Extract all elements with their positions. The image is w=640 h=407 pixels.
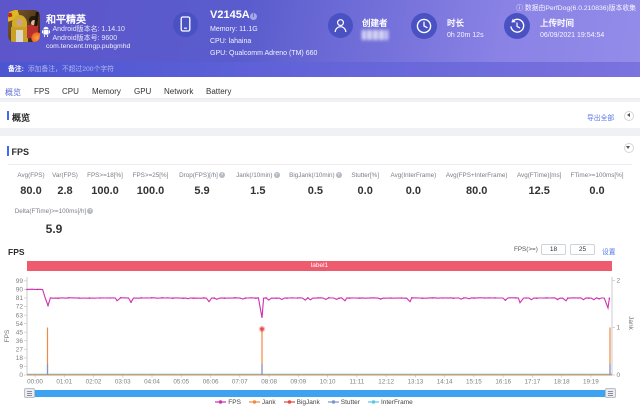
svg-text:FPS: FPS — [4, 329, 11, 342]
svg-text:01:01: 01:01 — [56, 379, 72, 386]
svg-text:05:05: 05:05 — [173, 379, 189, 386]
svg-text:10:10: 10:10 — [320, 379, 336, 386]
svg-text:03:03: 03:03 — [115, 379, 131, 386]
svg-text:81: 81 — [16, 295, 24, 302]
svg-text:0: 0 — [617, 372, 621, 379]
svg-text:90: 90 — [16, 287, 24, 294]
svg-text:07:07: 07:07 — [232, 379, 248, 386]
svg-text:18:18: 18:18 — [554, 379, 570, 386]
svg-text:0: 0 — [19, 372, 23, 379]
svg-text:08:08: 08:08 — [261, 379, 277, 386]
svg-text:9: 9 — [19, 364, 23, 371]
svg-text:14:14: 14:14 — [437, 379, 453, 386]
svg-text:16:16: 16:16 — [495, 379, 511, 386]
svg-text:36: 36 — [16, 338, 24, 345]
svg-text:72: 72 — [16, 304, 24, 311]
svg-text:15:15: 15:15 — [466, 379, 482, 386]
svg-text:99: 99 — [16, 278, 24, 285]
svg-text:04:04: 04:04 — [144, 379, 160, 386]
svg-text:1: 1 — [617, 325, 621, 332]
svg-text:18: 18 — [16, 355, 24, 362]
svg-text:00:00: 00:00 — [27, 379, 43, 386]
svg-text:Jank: Jank — [627, 316, 634, 330]
svg-text:45: 45 — [16, 329, 24, 336]
svg-text:13:13: 13:13 — [408, 379, 424, 386]
svg-text:17:17: 17:17 — [525, 379, 541, 386]
svg-text:11:11: 11:11 — [349, 379, 364, 386]
svg-text:19:19: 19:19 — [583, 379, 599, 386]
svg-text:12:12: 12:12 — [378, 379, 394, 386]
svg-text:06:06: 06:06 — [203, 379, 219, 386]
svg-text:09:09: 09:09 — [290, 379, 306, 386]
svg-text:54: 54 — [16, 321, 24, 328]
svg-text:2: 2 — [617, 278, 621, 285]
svg-text:63: 63 — [16, 312, 24, 319]
svg-text:02:02: 02:02 — [86, 379, 102, 386]
svg-text:27: 27 — [16, 347, 24, 354]
